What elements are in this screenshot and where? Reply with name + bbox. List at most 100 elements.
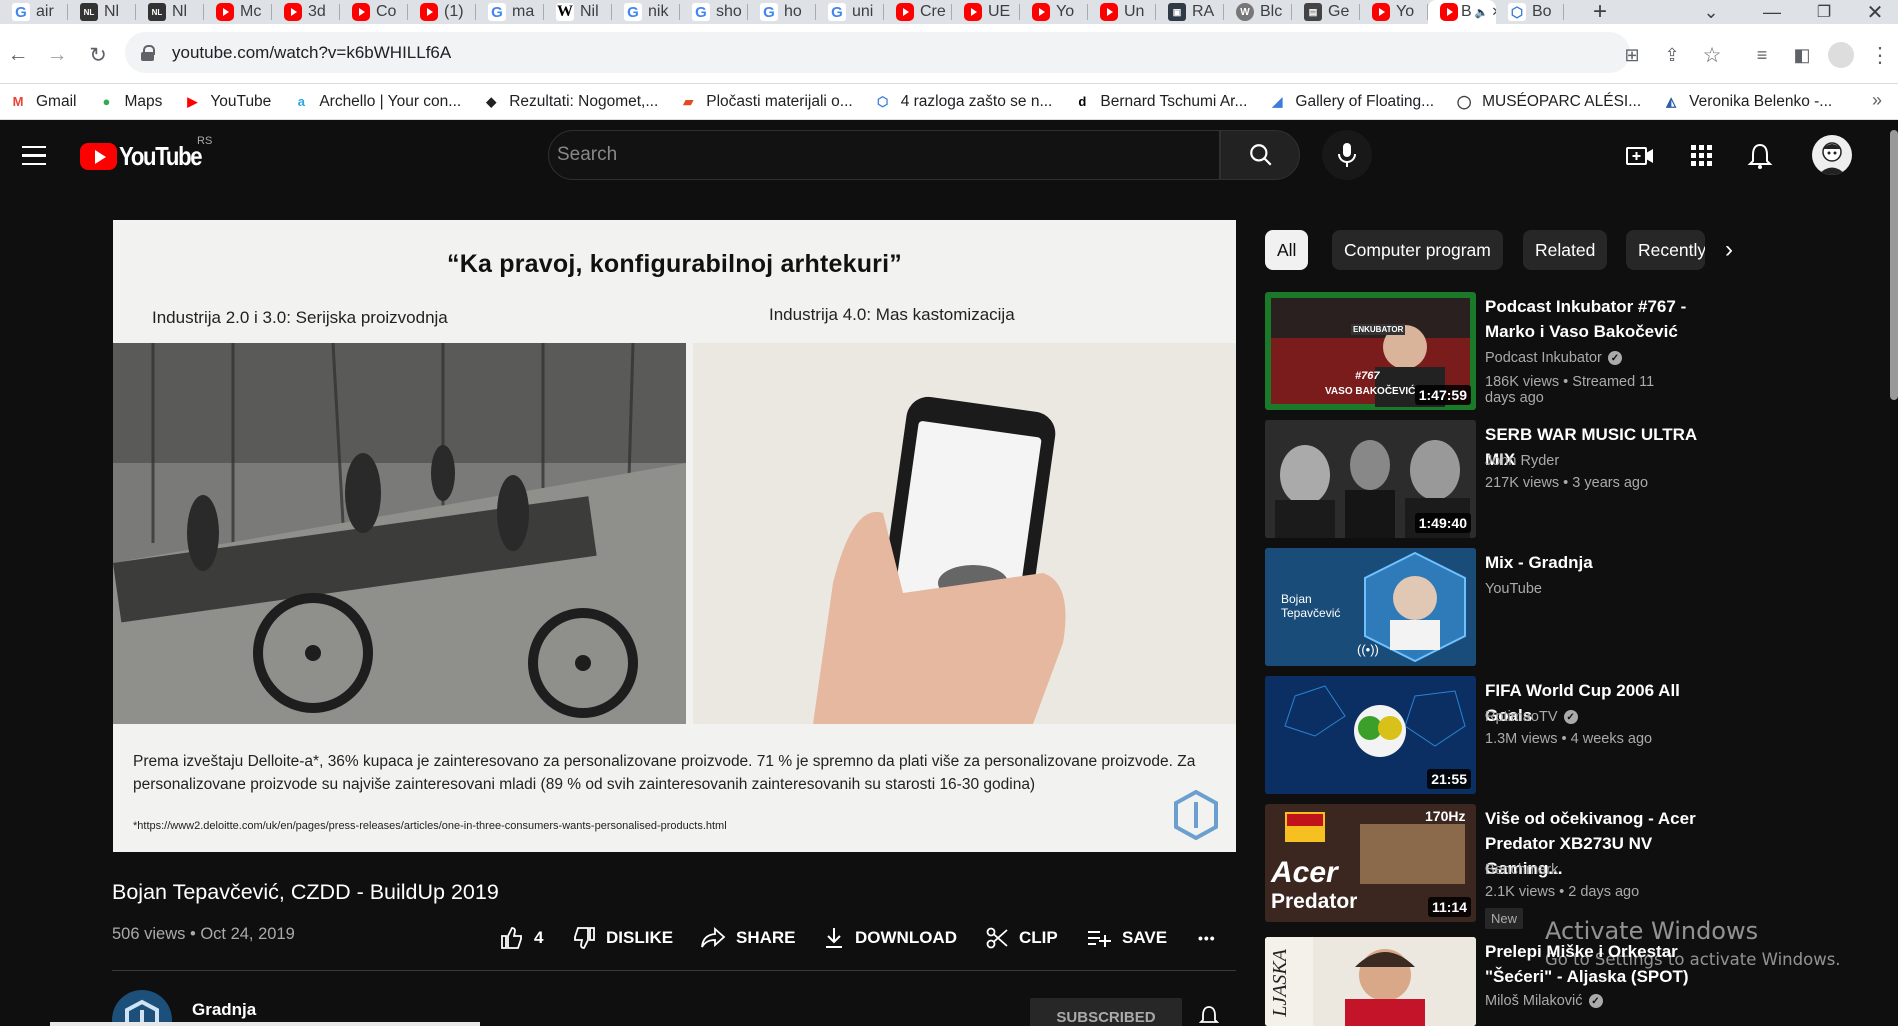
- browser-tab[interactable]: Cre: [884, 0, 952, 24]
- channel-name[interactable]: Miloš Milaković ✓: [1485, 993, 1603, 1009]
- browser-tab[interactable]: ▣ RA: [1156, 0, 1224, 24]
- dislike-button[interactable]: DISLIKE: [572, 920, 673, 956]
- bookmark-item[interactable]: M Gmail: [9, 93, 77, 111]
- browser-tab[interactable]: W Nil: [544, 0, 612, 24]
- browser-tab[interactable]: Gho: [748, 0, 816, 24]
- related-video[interactable]: 1:49:40 SERB WAR MUSIC ULTRA MIX John Ry…: [1265, 420, 1697, 544]
- video-thumbnail[interactable]: Bojan Tepavčević ((•)): [1265, 548, 1476, 666]
- bookmark-item[interactable]: a Archello | Your con...: [292, 93, 462, 111]
- chip-computer-program[interactable]: Computer program: [1332, 230, 1503, 270]
- download-button[interactable]: DOWNLOAD: [823, 920, 957, 956]
- search-input[interactable]: Search: [548, 130, 1220, 180]
- more-actions-button[interactable]: •••: [1198, 920, 1216, 956]
- reload-icon[interactable]: ↻: [86, 43, 110, 67]
- account-avatar[interactable]: [1812, 135, 1852, 175]
- channel-name[interactable]: Podcast Inkubator ✓: [1485, 350, 1622, 366]
- browser-tab[interactable]: UE: [952, 0, 1020, 24]
- close-window-button[interactable]: ✕: [1855, 0, 1895, 24]
- restore-window-button[interactable]: ❐: [1804, 0, 1844, 24]
- back-icon[interactable]: ←: [6, 43, 30, 67]
- related-video[interactable]: ENKUBATOR #767 VASO BAKOČEVIĆ 1:47:59 Po…: [1265, 292, 1686, 416]
- channel-name[interactable]: John Ryder: [1485, 453, 1559, 469]
- browser-tab[interactable]: (1): [408, 0, 476, 24]
- video-thumbnail[interactable]: 1:49:40: [1265, 420, 1476, 538]
- browser-tab[interactable]: Guni: [816, 0, 884, 24]
- bookmark-item[interactable]: ⬡ 4 razloga zašto se n...: [874, 93, 1052, 111]
- bookmark-item[interactable]: ◢ Gallery of Floating...: [1268, 93, 1434, 111]
- horizontal-scrollbar[interactable]: [50, 1022, 480, 1026]
- notifications-bell-icon[interactable]: [1746, 143, 1774, 169]
- save-button[interactable]: SAVE: [1086, 920, 1167, 956]
- channel-name[interactable]: Benchmark: [1485, 862, 1558, 878]
- video-player[interactable]: “Ka pravoj, konfigurabilnoj arhtekuri” I…: [113, 220, 1236, 852]
- clip-button[interactable]: CLIP: [985, 920, 1058, 956]
- guide-menu-icon[interactable]: [20, 142, 48, 166]
- video-thumbnail[interactable]: Acer Predator 170Hz 11:14: [1265, 804, 1476, 922]
- browser-tab[interactable]: NL Nl: [68, 0, 136, 24]
- audio-playing-icon[interactable]: 🔈: [1475, 6, 1489, 19]
- channel-name[interactable]: RptimaoTV ✓: [1485, 709, 1578, 725]
- install-app-icon[interactable]: ⊞: [1620, 43, 1644, 67]
- browser-tab[interactable]: Gair: [0, 0, 68, 24]
- related-video[interactable]: 21:55 FIFA World Cup 2006 All Goals Rpti…: [1265, 676, 1685, 800]
- browser-tab[interactable]: Yo: [1360, 0, 1428, 24]
- chips-next-arrow-icon[interactable]: ›: [1725, 236, 1733, 264]
- like-button[interactable]: 4: [500, 920, 543, 956]
- chip-all[interactable]: All: [1265, 230, 1309, 270]
- video-thumbnail[interactable]: LJASKA: [1265, 937, 1476, 1026]
- more-bookmarks-icon[interactable]: »: [1872, 90, 1882, 111]
- apps-grid-icon[interactable]: [1688, 143, 1716, 169]
- reading-list-icon[interactable]: ≡: [1750, 43, 1774, 67]
- browser-tab[interactable]: ▤ Ge: [1292, 0, 1360, 24]
- bookmark-item[interactable]: ● Maps: [97, 93, 163, 111]
- channel-name[interactable]: Gradnja: [192, 1000, 256, 1020]
- browser-tab[interactable]: W Blc: [1224, 0, 1292, 24]
- bookmark-item[interactable]: ▶ YouTube: [183, 93, 271, 111]
- video-title[interactable]: Podcast Inkubator #767 - Marko i Vaso Ba…: [1485, 294, 1720, 344]
- browser-menu-icon[interactable]: ⋮: [1868, 43, 1892, 67]
- bookmark-item[interactable]: ◭ Veronika Belenko -...: [1662, 93, 1832, 111]
- forward-icon[interactable]: →: [45, 43, 69, 67]
- browser-tab[interactable]: Gnik: [612, 0, 680, 24]
- browser-tab[interactable]: Gma: [476, 0, 544, 24]
- browser-tab[interactable]: NL Nl: [136, 0, 204, 24]
- video-title[interactable]: Mix - Gradnja: [1485, 550, 1720, 575]
- youtube-logo[interactable]: YouTube RS: [80, 135, 216, 172]
- browser-tab[interactable]: Mc: [204, 0, 272, 24]
- channel-avatar[interactable]: [112, 990, 172, 1026]
- profile-avatar[interactable]: [1828, 42, 1854, 68]
- subscribed-button[interactable]: SUBSCRIBED: [1030, 998, 1182, 1026]
- vertical-scrollbar[interactable]: [1890, 130, 1898, 400]
- browser-tab[interactable]: 3d: [272, 0, 340, 24]
- channel-watermark-icon[interactable]: [1173, 790, 1219, 840]
- browser-tab[interactable]: Yo: [1020, 0, 1088, 24]
- url-text[interactable]: youtube.com/watch?v=k6bWHILLf6A: [172, 43, 451, 63]
- bookmark-item[interactable]: ◯ MUSÉOPARC ALÉSI...: [1455, 93, 1641, 111]
- browser-tab[interactable]: Gsho: [680, 0, 748, 24]
- channel-name[interactable]: YouTube: [1485, 581, 1542, 597]
- video-thumbnail[interactable]: ENKUBATOR #767 VASO BAKOČEVIĆ 1:47:59: [1265, 292, 1476, 410]
- chip-recently-uploaded[interactable]: Recently uploaded: [1626, 230, 1705, 270]
- bookmark-star-icon[interactable]: ☆: [1700, 43, 1724, 67]
- minimize-window-button[interactable]: —: [1752, 0, 1792, 24]
- address-bar[interactable]: youtube.com/watch?v=k6bWHILLf6A: [125, 32, 1630, 73]
- related-video[interactable]: Bojan Tepavčević ((•)) Mix - Gradnja You…: [1265, 548, 1685, 672]
- related-video[interactable]: Acer Predator 170Hz 11:14 Više od očekiv…: [1265, 804, 1696, 929]
- side-panel-icon[interactable]: ◧: [1790, 43, 1814, 67]
- notification-bell-icon[interactable]: [1198, 1005, 1220, 1026]
- bookmark-item[interactable]: ▰ Pločasti materijali o...: [679, 93, 852, 111]
- bookmark-item[interactable]: d Bernard Tschumi Ar...: [1073, 93, 1247, 111]
- browser-tab[interactable]: Un: [1088, 0, 1156, 24]
- new-tab-button[interactable]: +: [1585, 0, 1615, 25]
- create-video-icon[interactable]: [1626, 143, 1654, 169]
- voice-search-button[interactable]: [1322, 130, 1372, 180]
- share-page-icon[interactable]: ⇪: [1660, 43, 1684, 67]
- browser-tab[interactable]: B🔈✕: [1428, 0, 1496, 24]
- video-thumbnail[interactable]: 21:55: [1265, 676, 1476, 794]
- chip-related[interactable]: Related: [1523, 230, 1608, 270]
- browser-tab[interactable]: ⬡ Bo: [1496, 0, 1564, 24]
- share-button[interactable]: SHARE: [700, 920, 796, 956]
- bookmark-item[interactable]: ◆ Rezultati: Nogomet,...: [482, 93, 658, 111]
- browser-tab[interactable]: Co: [340, 0, 408, 24]
- tab-search-icon[interactable]: ⌄: [1696, 0, 1726, 24]
